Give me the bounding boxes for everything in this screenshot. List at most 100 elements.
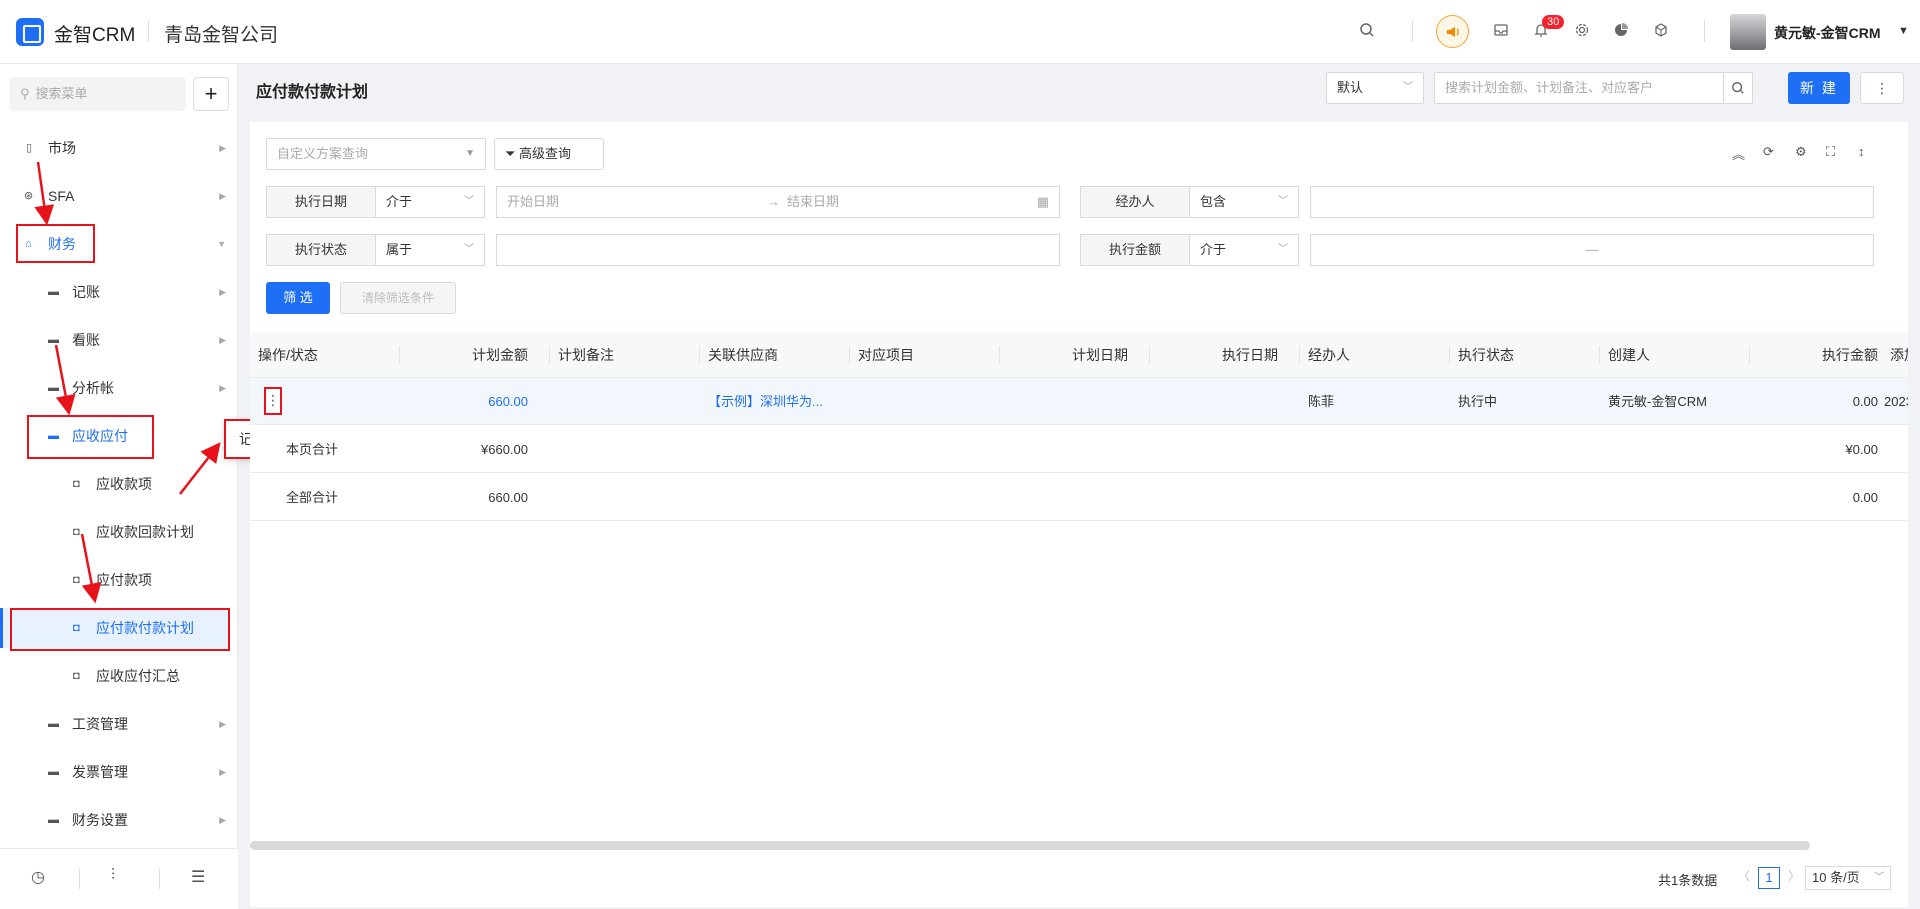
chevron-down-icon[interactable]: ▼ [1898,25,1909,37]
prev-page-icon[interactable]: 〈 [1738,867,1750,884]
row-actions-button[interactable]: ⋮ [264,387,282,415]
menu-search-input[interactable]: ⚲ 搜索菜单 [10,77,186,111]
sidebar-item-sfa[interactable]: ⊛ SFA ▶ [0,176,228,216]
sidebar-item-finance-settings[interactable]: ▬ 财务设置 ▶ [0,800,228,840]
scheme-select[interactable]: 自定义方案查询 ▼ [266,138,486,170]
horizontal-scrollbar[interactable] [250,841,1810,850]
chevron-down-icon: ﹀ [464,244,474,255]
cube-icon[interactable] [1652,22,1670,40]
search-input[interactable]: 搜索计划金额、计划备注、对应客户 [1434,72,1724,104]
col-header[interactable]: 执行日期 [1150,332,1300,378]
content-panel: 自定义方案查询 ▼ ⏷ 高级查询 ︽ ⟳ ⚙ ⛶ ↕ 执行日期 介于 ﹀ 开始日期 … [250,122,1908,907]
exec-amount-cell: 0.00 [1852,394,1878,409]
sidebar-item-market[interactable]: ▯ 市场 ▶ [0,128,228,168]
exec-amount-operator[interactable]: 介于 ﹀ [1189,234,1299,266]
page-total-exec: ¥0.00 [1845,442,1878,457]
logo-icon [16,18,44,46]
col-header[interactable]: 添加 [1890,332,1908,378]
next-page-icon[interactable]: 〉 [1788,867,1800,884]
handler-cell: 陈菲 [1308,394,1335,409]
handler-operator[interactable]: 包含 ﹀ [1189,186,1299,218]
exec-status-input[interactable] [496,234,1060,266]
pagination-summary: 共1条数据 [1658,873,1718,888]
gear-icon[interactable] [1573,22,1591,40]
highlight-box [16,224,95,263]
collapse-menu-icon[interactable]: ☰ [191,867,205,887]
col-header[interactable]: 计划备注 [550,332,700,378]
view-select[interactable]: 默认 ﹀ [1326,72,1424,104]
chevron-right-icon: ▶ [219,287,226,297]
chevron-down-icon: ▼ [217,239,226,249]
filter-button[interactable]: 筛 选 [266,282,330,314]
col-header[interactable]: 经办人 [1300,332,1450,378]
pie-chart-icon[interactable] [1612,22,1630,40]
sidebar-item-view-accounts[interactable]: ▬ 看账 ▶ [0,320,228,360]
collapse-up-icon[interactable]: ︽ [1732,144,1745,163]
calendar-icon: ▦ [1036,194,1049,209]
divider [159,869,160,889]
table-row[interactable]: ⋮ 660.00 【示例】深圳华为... 陈菲 执行中 黄元敏-金智CRM 0.… [250,378,1908,425]
col-header[interactable]: 创建人 [1600,332,1750,378]
col-header[interactable]: 关联供应商 [700,332,850,378]
exec-status-operator[interactable]: 属于 ﹀ [375,234,485,266]
add-menu-button[interactable]: + [193,77,229,111]
table-header: 操作/状态 计划金额 计划备注 关联供应商 对应项目 计划日期 执行日期 经办人… [250,332,1908,378]
folder-icon: ▬ [48,718,59,730]
divider [1412,20,1413,42]
col-header[interactable]: 对应项目 [850,332,1000,378]
history-icon[interactable]: ◷ [31,867,45,887]
folder-icon: ▬ [48,766,59,778]
search-icon[interactable] [1358,22,1376,40]
all-total-exec: 0.00 [1852,490,1878,505]
plan-amount-cell[interactable]: 660.00 [400,378,550,425]
inbox-icon[interactable] [1492,22,1510,40]
supplier-link[interactable]: 【示例】深圳华为... [700,378,850,425]
status-cell: 执行中 [1458,394,1498,409]
col-header[interactable]: 执行状态 [1450,332,1600,378]
sidebar-item-invoices[interactable]: ▬ 发票管理 ▶ [0,752,228,792]
sidebar-item-analysis[interactable]: ▬ 分析帐 ▶ [0,368,228,408]
advanced-query-button[interactable]: ⏷ 高级查询 [494,138,604,170]
top-bar: 金智CRM 青岛金智公司 30 黄元敏-金智CRM ▼ [0,0,1920,64]
avatar[interactable] [1730,14,1766,50]
user-name[interactable]: 黄元敏-金智CRM [1774,23,1881,43]
sidebar-item-summary[interactable]: ◘ 应收应付汇总 [0,656,228,696]
doc-icon: ◘ [73,478,80,490]
settings-icon[interactable]: ⚙ [1795,144,1807,160]
chevron-right-icon: ▶ [219,191,226,201]
col-header[interactable]: 计划金额 [400,332,550,378]
row-height-icon[interactable]: ↕ [1858,144,1865,159]
col-header[interactable]: 执行金额 [1750,332,1900,378]
sidebar-item-receivable-plan[interactable]: ◘ 应收款回款计划 [0,512,228,552]
announcement-icon[interactable] [1436,15,1469,48]
col-header[interactable]: 计划日期 [1000,332,1150,378]
date-range-input[interactable]: 开始日期 → 结束日期 ▦ [496,186,1060,218]
chevron-down-icon: ﹀ [1403,82,1413,93]
sidebar-item-receivables[interactable]: ◘ 应收款项 [0,464,228,504]
more-button[interactable]: ⋮ [1860,72,1904,104]
grid-icon: ▯ [26,142,33,154]
folder-icon: ▬ [48,814,59,826]
divider [79,869,80,889]
filter-icon: ⏷ [505,146,520,161]
fullscreen-icon[interactable]: ⛶ [1826,144,1835,160]
new-button[interactable]: 新 建 [1788,72,1850,104]
sidebar-item-payables[interactable]: ◘ 应付款项 [0,560,228,600]
sidebar-item-bookkeeping[interactable]: ▬ 记账 ▶ [0,272,228,312]
page-number[interactable]: 1 [1758,867,1780,889]
sidebar-item-payroll[interactable]: ▬ 工资管理 ▶ [0,704,228,744]
folder-icon: ▬ [48,334,59,346]
caret-down-icon: ▼ [465,148,475,159]
exec-date-operator[interactable]: 介于 ﹀ [375,186,485,218]
page-size-select[interactable]: 10 条/页 ﹀ [1805,866,1891,890]
highlight-box [27,415,154,459]
clear-filter-button[interactable]: 清除筛选条件 [340,282,456,314]
refresh-icon[interactable]: ⟳ [1763,144,1774,160]
col-header[interactable]: 操作/状态 [258,332,400,378]
handler-input[interactable] [1310,186,1874,218]
search-button[interactable] [1723,72,1753,104]
sliders-icon[interactable]: ⫶ [111,867,115,885]
company-name[interactable]: 青岛金智公司 [164,20,278,47]
divider [148,20,149,42]
exec-amount-range[interactable]: — [1310,234,1874,266]
